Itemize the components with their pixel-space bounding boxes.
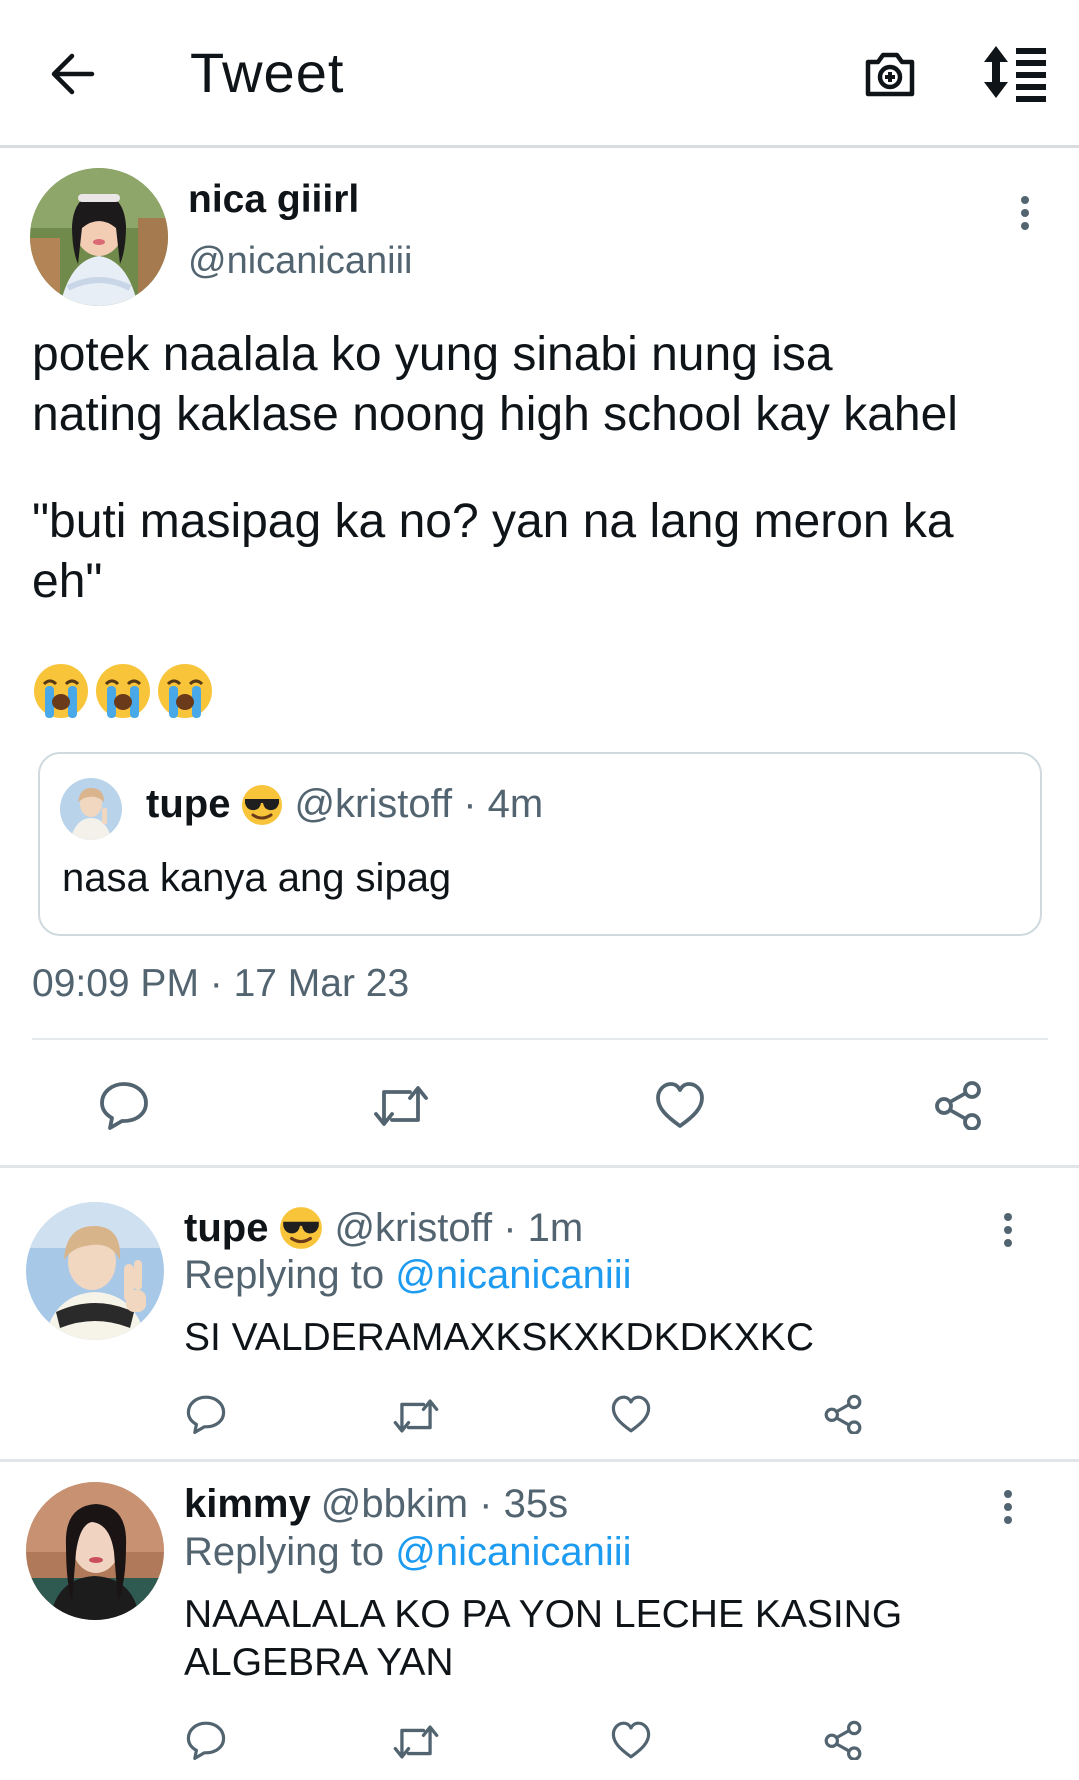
page-title: Tweet (190, 41, 345, 104)
like-icon[interactable] (610, 1394, 652, 1434)
share-icon[interactable] (822, 1720, 864, 1760)
replying-to-link[interactable]: @nicanicaniii (395, 1530, 631, 1574)
like-icon[interactable] (610, 1720, 652, 1760)
avatar (60, 778, 122, 840)
reply-handle-time: @bbkim · 35s (320, 1482, 569, 1526)
reply-handle-time: @kristoff · 1m (334, 1205, 584, 1250)
loudly-crying-face-icon (96, 664, 150, 718)
reply-text: SI VALDERAMAXKSKXKDKDKXKC (184, 1316, 814, 1359)
share-icon[interactable] (822, 1394, 864, 1434)
reply-author-name[interactable]: tupe (184, 1206, 268, 1251)
tweet-text-line: nating kaklase noong high school kay kah… (32, 388, 958, 441)
reply-text-line: NAAALALA KO PA YON LECHE KASING (184, 1593, 903, 1636)
avatar[interactable] (30, 168, 168, 306)
like-icon[interactable] (654, 1080, 706, 1130)
sort-list-icon[interactable] (982, 42, 1048, 102)
quoted-tweet-text: nasa kanya ang sipag (62, 856, 452, 900)
replying-to-line: Replying to @nicanicaniii (184, 1530, 632, 1575)
quoted-author-name: tupe (146, 782, 231, 826)
more-options-icon[interactable] (998, 1213, 1018, 1253)
replying-to-label: Replying to (184, 1253, 385, 1297)
quoted-tweet-header: tupe @kristoff · 4m (146, 782, 543, 827)
share-icon[interactable] (932, 1080, 984, 1130)
tweet-text-line: "buti masipag ka no? yan na lang meron k… (32, 495, 954, 548)
author-handle[interactable]: @nicanicaniii (188, 240, 412, 283)
reply-header: tupe @kristoff · 1m (184, 1205, 583, 1251)
top-app-bar: Tweet (0, 0, 1079, 148)
arrow-left-icon[interactable] (44, 44, 104, 104)
camera-plus-icon[interactable] (860, 44, 920, 104)
divider (32, 1038, 1048, 1040)
section-separator (0, 1459, 1079, 1462)
replying-to-label: Replying to (184, 1530, 385, 1574)
reply-text-line: ALGEBRA YAN (184, 1641, 454, 1684)
tweet-text-line: potek naalala ko yung sinabi nung isa (32, 328, 833, 381)
retweet-icon[interactable] (392, 1722, 440, 1762)
sunglasses-face-icon (280, 1207, 323, 1249)
reply-icon[interactable] (185, 1394, 227, 1434)
emoji-row (32, 662, 214, 724)
tweet-timestamp: 09:09 PM · 17 Mar 23 (32, 962, 410, 1005)
avatar[interactable] (26, 1202, 164, 1340)
more-options-icon[interactable] (1015, 196, 1035, 236)
reply-author-name[interactable]: kimmy (184, 1482, 311, 1527)
replying-to-line: Replying to @nicanicaniii (184, 1253, 632, 1298)
reply-icon[interactable] (98, 1080, 150, 1130)
more-options-icon[interactable] (998, 1490, 1018, 1530)
reply-icon[interactable] (185, 1720, 227, 1760)
retweet-icon[interactable] (392, 1396, 440, 1436)
sunglasses-face-icon (242, 784, 283, 825)
tweet-text-line: eh" (32, 555, 103, 608)
author-name[interactable]: nica giiirl (188, 178, 359, 222)
avatar[interactable] (26, 1482, 164, 1620)
loudly-crying-face-icon (158, 664, 212, 718)
reply-header: kimmy @bbkim · 35s (184, 1482, 568, 1527)
section-separator (0, 1165, 1079, 1168)
retweet-icon[interactable] (372, 1082, 430, 1130)
replying-to-link[interactable]: @nicanicaniii (395, 1253, 631, 1297)
loudly-crying-face-icon (34, 664, 88, 718)
quoted-handle-time: @kristoff · 4m (294, 782, 544, 826)
quoted-tweet-card[interactable]: tupe @kristoff · 4m nasa kanya ang sipag (38, 752, 1042, 936)
